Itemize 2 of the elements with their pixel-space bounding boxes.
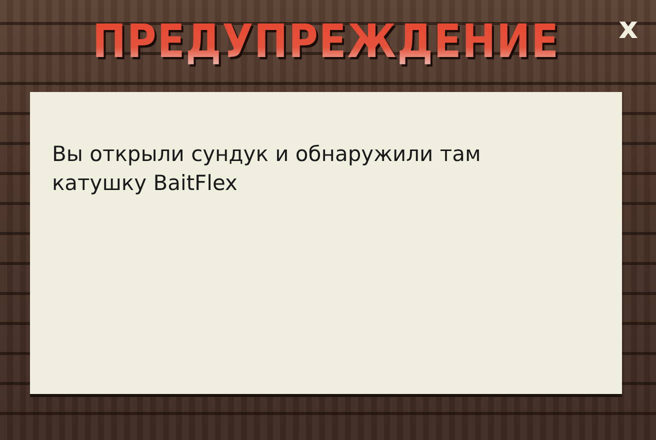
message-text: Вы открыли сундук и обнаружили там катушку BaitFlex [52, 141, 482, 197]
close-button[interactable]: x [614, 14, 642, 44]
